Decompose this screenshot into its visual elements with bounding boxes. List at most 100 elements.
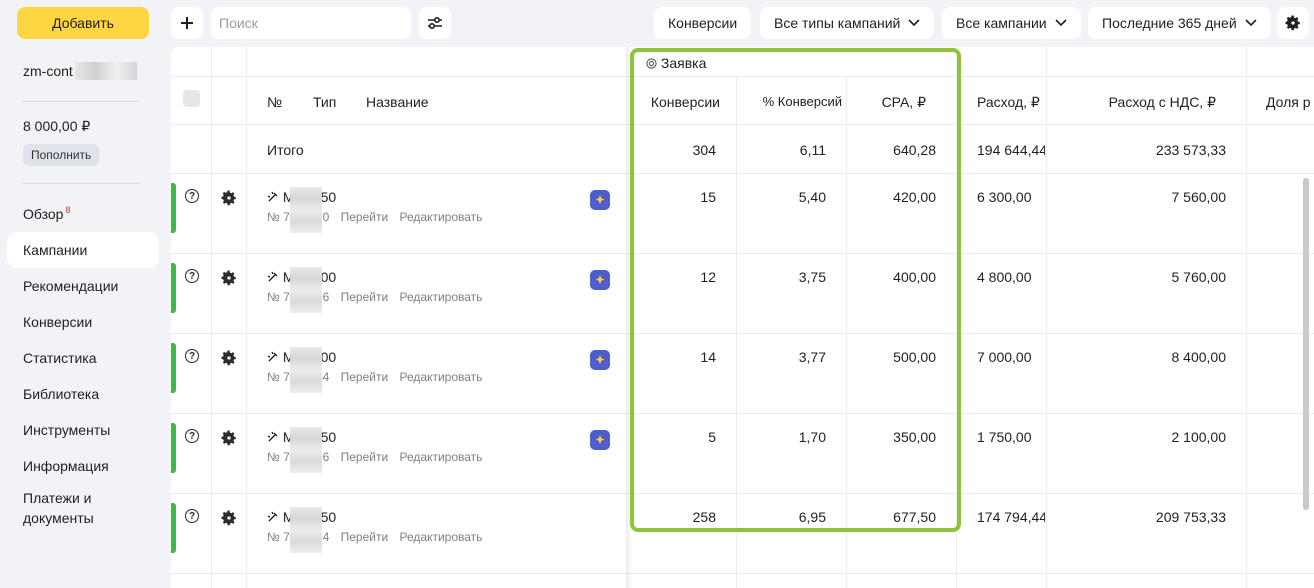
row-cpa: 500,00 — [893, 349, 936, 365]
add-button[interactable]: Добавить — [17, 7, 149, 39]
question-icon[interactable]: ? — [185, 509, 199, 523]
row-cpa: 350,00 — [893, 429, 936, 445]
sidebar-item-conversions[interactable]: Конверсии — [7, 304, 159, 340]
ai-badge-icon[interactable] — [590, 190, 610, 210]
ai-badge-icon[interactable] — [590, 430, 610, 450]
row-conversion-rate: 6,95 — [798, 509, 826, 525]
gear-icon[interactable] — [220, 429, 238, 447]
sidebar-item-overview[interactable]: Обзор 8 — [7, 196, 159, 232]
go-link[interactable]: Перейти — [341, 450, 389, 464]
edit-link[interactable]: Редактировать — [400, 290, 483, 304]
add-campaign-button[interactable] — [171, 7, 203, 39]
divider — [23, 101, 140, 102]
gear-icon[interactable] — [220, 349, 238, 367]
status-indicator — [171, 263, 176, 313]
row-conversion-rate: 5,40 — [798, 189, 826, 205]
go-link[interactable]: Перейти — [341, 530, 389, 544]
campaign-type-icon — [267, 191, 278, 202]
row-spend: 174 794,44 — [977, 509, 1045, 525]
sidebar-item-tools[interactable]: Инструменты — [7, 412, 159, 448]
question-icon[interactable]: ? — [185, 429, 199, 443]
header-conversion-rate[interactable]: % Конверсий — [740, 94, 842, 109]
header-number[interactable]: № — [267, 94, 282, 110]
edit-link[interactable]: Редактировать — [400, 210, 483, 224]
go-link[interactable]: Перейти — [341, 210, 389, 224]
campaign-type-icon — [267, 351, 278, 362]
row-spend: 4 800,00 — [977, 269, 1032, 285]
question-icon[interactable]: ? — [185, 269, 199, 283]
row-spend-vat: 8 400,00 — [1171, 349, 1227, 365]
row-spend: 1 750,00 — [977, 429, 1032, 445]
vertical-scrollbar[interactable] — [1303, 178, 1309, 510]
settings-button[interactable] — [1277, 7, 1309, 39]
sidebar-item-library[interactable]: Библиотека — [7, 376, 159, 412]
total-conversion-rate: 6,11 — [799, 142, 826, 158]
select-all-checkbox[interactable] — [183, 90, 200, 107]
topup-button[interactable]: Пополнить — [23, 144, 100, 166]
notification-badge: 8 — [65, 205, 71, 215]
sticky-column-shadow — [626, 47, 632, 588]
target-icon — [646, 58, 657, 69]
account-name[interactable]: zm-cont — [23, 62, 137, 80]
header-name[interactable]: Название — [366, 94, 429, 110]
header-share[interactable]: Доля р — [1266, 94, 1311, 110]
grid-line — [171, 333, 1314, 334]
ai-badge-icon[interactable] — [590, 270, 610, 290]
conversions-button[interactable]: Конверсии — [654, 7, 752, 39]
edit-link[interactable]: Редактировать — [400, 530, 483, 544]
campaign-types-select[interactable]: Все типы кампаний — [760, 7, 935, 39]
grid-line — [171, 253, 1314, 254]
row-spend-vat: 209 753,33 — [1155, 509, 1226, 525]
row-spend: 7 000,00 — [977, 349, 1032, 365]
goal-name: Заявка — [660, 55, 707, 71]
campaign-id-prefix: № 7 — [267, 450, 290, 464]
campaign-name-suffix: 50 — [320, 429, 337, 445]
gear-icon[interactable] — [220, 189, 238, 207]
sidebar-item-campaigns[interactable]: Кампании — [7, 232, 159, 268]
conversions-button-label: Конверсии — [668, 15, 738, 31]
sidebar-item-label: Рекомендации — [23, 278, 119, 294]
sidebar: Добавить zm-cont 8 000,00 ₽ Пополнить Об… — [0, 0, 166, 588]
header-type[interactable]: Тип — [313, 94, 336, 110]
search-input[interactable]: Поиск — [211, 7, 411, 39]
ai-badge-icon[interactable] — [590, 350, 610, 370]
sidebar-item-information[interactable]: Информация — [7, 448, 159, 484]
sliders-icon — [428, 16, 442, 30]
row-spend-vat: 5 760,00 — [1171, 269, 1227, 285]
gear-icon[interactable] — [220, 509, 238, 527]
header-cpa[interactable]: CPA, ₽ — [850, 94, 926, 111]
total-spend-vat: 233 573,33 — [1155, 142, 1226, 158]
go-link[interactable]: Перейти — [341, 370, 389, 384]
sidebar-nav: Обзор 8 Кампании Рекомендации Конверсии С… — [7, 196, 159, 532]
sidebar-item-payments[interactable]: Платежи и документы — [7, 484, 159, 532]
grid-line — [956, 47, 957, 588]
campaigns-select[interactable]: Все кампании — [942, 7, 1081, 39]
header-spend[interactable]: Расход, ₽ — [977, 94, 1040, 111]
goal-group-header: Заявка — [646, 55, 706, 71]
redacted-name — [290, 427, 322, 473]
filter-settings-button[interactable] — [419, 7, 451, 39]
period-select[interactable]: Последние 365 дней — [1088, 7, 1271, 39]
campaign-type-icon — [267, 271, 278, 282]
edit-link[interactable]: Редактировать — [400, 450, 483, 464]
campaign-name-suffix: 00 — [320, 269, 337, 285]
chevron-down-icon — [1055, 19, 1067, 27]
question-icon[interactable]: ? — [185, 189, 199, 203]
sidebar-item-label: Информация — [23, 458, 109, 474]
divider — [23, 183, 140, 184]
go-link[interactable]: Перейти — [341, 290, 389, 304]
gear-icon[interactable] — [220, 269, 238, 287]
row-cpa: 420,00 — [893, 189, 936, 205]
question-icon[interactable]: ? — [185, 349, 199, 363]
header-conversions[interactable]: Конверсии — [636, 94, 720, 110]
grid-line — [171, 413, 1314, 414]
total-spend: 194 644,44 — [977, 142, 1045, 158]
edit-link[interactable]: Редактировать — [400, 370, 483, 384]
sidebar-item-statistics[interactable]: Статистика — [7, 340, 159, 376]
sidebar-item-recommendations[interactable]: Рекомендации — [7, 268, 159, 304]
redacted-name — [290, 267, 322, 313]
row-conversions: 14 — [700, 349, 716, 365]
status-indicator — [171, 503, 176, 553]
redacted-name — [290, 187, 322, 233]
header-spend-vat[interactable]: Расход с НДС, ₽ — [1050, 94, 1216, 111]
